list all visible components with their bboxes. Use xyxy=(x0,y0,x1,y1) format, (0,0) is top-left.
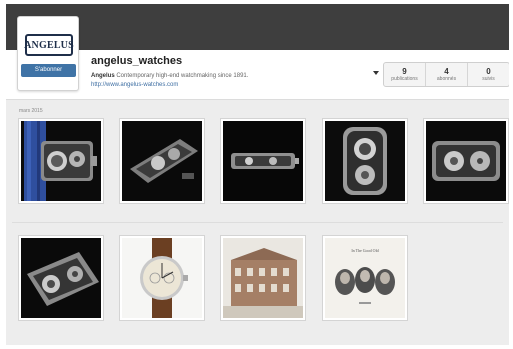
photo-tile[interactable] xyxy=(18,118,104,204)
photo-tile[interactable] xyxy=(119,118,205,204)
top-bar xyxy=(6,4,509,50)
caret-down-icon[interactable] xyxy=(373,71,379,75)
follow-button[interactable]: S'abonner xyxy=(21,64,76,77)
watch-photo-blue-strap xyxy=(21,121,101,201)
photo-tile[interactable] xyxy=(423,118,509,204)
watch-photo-side-view xyxy=(122,121,202,201)
factory-building-photo xyxy=(223,238,303,318)
stat-followers[interactable]: 4 abonnés xyxy=(426,63,468,86)
profile-avatar-card: ANGELUS S'abonner xyxy=(17,16,79,91)
stat-label: abonnés xyxy=(436,75,457,82)
instagram-profile-window: ANGELUS S'abonner angelus_watches Angelu… xyxy=(6,4,509,345)
founders-portrait-photo: In The Good Old xyxy=(325,238,405,318)
photo-tile[interactable] xyxy=(18,235,104,321)
stat-label: suivis xyxy=(482,75,495,82)
angelus-logo: ANGELUS xyxy=(24,34,74,56)
feed-divider xyxy=(12,222,503,223)
watch-photo-profile xyxy=(223,121,303,201)
watch-photo-tourbillon xyxy=(325,121,405,201)
logo-text: ANGELUS xyxy=(24,39,74,51)
stat-count: 0 xyxy=(486,66,491,76)
profile-username: angelus_watches xyxy=(91,55,183,67)
vintage-chronograph-photo xyxy=(122,238,202,318)
bio-brand: Angelus xyxy=(91,73,115,79)
stat-publications[interactable]: 9 publications xyxy=(384,63,426,86)
watch-photo-angle xyxy=(21,238,101,318)
stat-count: 4 xyxy=(444,66,449,76)
profile-bio: Angelus Contemporary high-end watchmakin… xyxy=(91,73,248,79)
photo-tile[interactable]: In The Good Old xyxy=(322,235,408,321)
photo-tile[interactable] xyxy=(322,118,408,204)
stat-count: 9 xyxy=(402,66,407,76)
photo-tile[interactable] xyxy=(119,235,205,321)
stat-following[interactable]: 0 suivis xyxy=(468,63,509,86)
feed-section-date: mars 2015 xyxy=(19,108,43,114)
photo-caption-text: In The Good Old xyxy=(351,248,378,253)
bio-text: Contemporary high-end watchmaking since … xyxy=(114,73,249,79)
watch-photo-front xyxy=(426,121,506,201)
photo-tile[interactable] xyxy=(220,235,306,321)
profile-stats: 9 publications 4 abonnés 0 suivis xyxy=(383,62,509,87)
stat-label: publications xyxy=(391,75,418,82)
website-link[interactable]: http://www.angelus-watches.com xyxy=(91,82,178,88)
photo-tile[interactable] xyxy=(220,118,306,204)
